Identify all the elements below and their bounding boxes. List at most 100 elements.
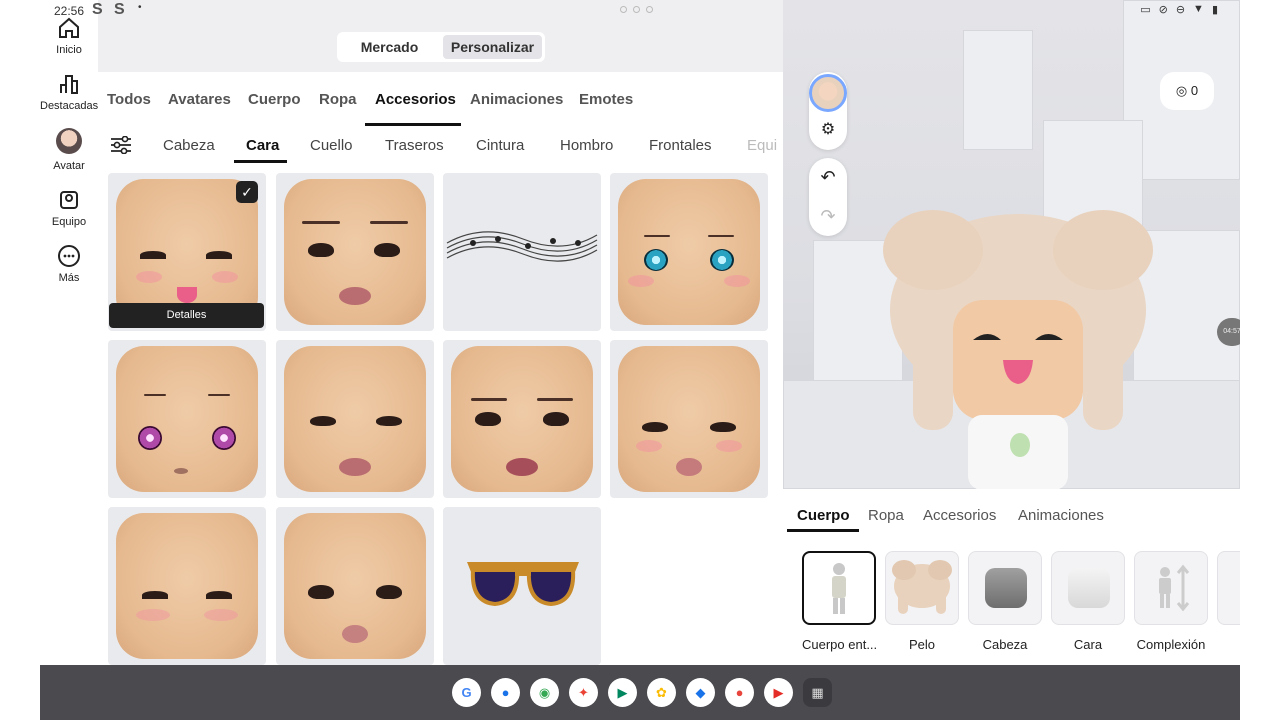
- full-body-thumbnail: [802, 551, 876, 625]
- category-tab[interactable]: Animaciones: [470, 91, 563, 108]
- avatar-preview-scene[interactable]: ⚙ ↶ ↷ ◎ 0 04:57: [783, 0, 1240, 489]
- body-scale-icon: [1159, 564, 1190, 612]
- avatar-tools-group: ⚙: [809, 72, 847, 150]
- eye: [376, 416, 402, 426]
- side-navigation: Inicio Destacadas Avatar Equipo Más: [40, 0, 98, 665]
- selected-check-icon[interactable]: ✓: [236, 181, 258, 203]
- details-button[interactable]: Detalles: [109, 303, 264, 328]
- group-icon: [60, 191, 78, 209]
- chart-icon: [60, 75, 78, 94]
- item-card[interactable]: [443, 173, 601, 331]
- settings-cog-icon[interactable]: ⚙: [809, 112, 847, 148]
- avatar-thumbnail-button[interactable]: [809, 74, 847, 112]
- eyebrow: [708, 235, 734, 237]
- panel-tab-indicator: [787, 529, 859, 532]
- category-tab[interactable]: Cuerpo: [248, 91, 301, 108]
- subcategory-tabs: Cabeza Cara Cuello Traseros Cintura Homb…: [98, 126, 783, 164]
- panel-item-cabeza[interactable]: Cabeza: [968, 551, 1042, 652]
- chrome-icon[interactable]: ◉: [530, 678, 559, 707]
- pink-eye: [212, 426, 236, 450]
- item-card[interactable]: [443, 507, 601, 665]
- messages-icon[interactable]: ●: [491, 678, 520, 707]
- blue-eye: [710, 249, 734, 271]
- panel-item-label: Pelo: [908, 637, 936, 652]
- nav-item-destacadas[interactable]: Destacadas: [40, 72, 98, 112]
- panel-tab[interactable]: Animaciones: [1018, 507, 1104, 524]
- sunglasses-icon: [467, 562, 579, 607]
- panel-tab-selected[interactable]: Cuerpo: [797, 507, 850, 524]
- filter-icon[interactable]: [110, 136, 132, 154]
- subcategory-tab[interactable]: Cabeza: [163, 137, 215, 154]
- robux-balance[interactable]: ◎ 0: [1160, 72, 1214, 110]
- panel-item-pelo[interactable]: Pelo: [885, 551, 959, 652]
- item-card[interactable]: [610, 173, 768, 331]
- item-grid: ✓ Detalles: [108, 173, 778, 665]
- scene-block: [963, 30, 1033, 150]
- roblox-icon[interactable]: ◆: [686, 678, 715, 707]
- nav-item-equipo[interactable]: Equipo: [40, 188, 98, 228]
- eyebrow: [208, 394, 230, 396]
- nav-item-inicio[interactable]: Inicio: [40, 16, 98, 56]
- redo-icon[interactable]: ↷: [809, 197, 847, 236]
- undo-icon[interactable]: ↶: [809, 158, 847, 197]
- nav-label: Más: [58, 272, 80, 284]
- nav-label: Avatar: [53, 160, 85, 172]
- panel-item-cuerpo-entero[interactable]: Cuerpo ent...: [802, 551, 876, 652]
- blush: [136, 609, 170, 621]
- blue-eye: [644, 249, 668, 271]
- panel-tab[interactable]: Accesorios: [923, 507, 996, 524]
- status-symbol: S: [114, 1, 125, 18]
- panel-item-cara[interactable]: Cara: [1051, 551, 1125, 652]
- panel-item-partial[interactable]: [1217, 551, 1240, 625]
- item-card[interactable]: [276, 173, 434, 331]
- robux-count: 0: [1190, 83, 1199, 98]
- right-bezel: [1240, 0, 1280, 720]
- youtube-icon[interactable]: ▶: [764, 678, 793, 707]
- google-icon[interactable]: G: [452, 678, 481, 707]
- item-card[interactable]: [276, 507, 434, 665]
- cast-icon: ▭: [1140, 4, 1151, 16]
- lips: [339, 458, 371, 476]
- item-card[interactable]: [276, 340, 434, 498]
- item-card-selected[interactable]: ✓ Detalles: [108, 173, 266, 331]
- category-tab[interactable]: Avatares: [168, 91, 231, 108]
- wifi-icon: ▼: [1193, 3, 1204, 15]
- full-body-icon: [832, 563, 846, 614]
- category-tab[interactable]: Ropa: [319, 91, 357, 108]
- recorder-icon[interactable]: ●: [725, 678, 754, 707]
- face-thumbnail: [451, 346, 593, 492]
- app-grid-icon[interactable]: ▦: [803, 678, 832, 707]
- item-card[interactable]: [443, 340, 601, 498]
- subcategory-tab[interactable]: Hombro: [560, 137, 613, 154]
- assistant-icon[interactable]: ✦: [569, 678, 598, 707]
- subcategory-tab[interactable]: Frontales: [649, 137, 712, 154]
- blush: [204, 609, 238, 621]
- face-thumbnail: [618, 179, 760, 325]
- nav-item-mas[interactable]: Más: [40, 244, 98, 284]
- face-thumbnail: [284, 179, 426, 325]
- mode-option-personalizar[interactable]: Personalizar: [443, 35, 542, 59]
- category-tab-selected[interactable]: Accesorios: [375, 91, 456, 108]
- item-card[interactable]: [108, 507, 266, 665]
- nav-item-avatar[interactable]: Avatar: [40, 128, 98, 172]
- subcategory-tab-selected[interactable]: Cara: [246, 137, 279, 154]
- mode-option-mercado[interactable]: Mercado: [340, 35, 439, 59]
- item-card[interactable]: [610, 340, 768, 498]
- play-store-icon[interactable]: ▶: [608, 678, 637, 707]
- category-tab[interactable]: Todos: [107, 91, 151, 108]
- subcategory-tab[interactable]: Traseros: [385, 137, 444, 154]
- panel-item-complexion[interactable]: Complexión: [1134, 551, 1208, 652]
- subcategory-tab[interactable]: Cintura: [476, 137, 524, 154]
- nav-label: Destacadas: [40, 100, 99, 112]
- dock-apps: G ● ◉ ✦ ▶ ✿ ◆ ● ▶ ▦: [452, 678, 832, 707]
- category-tab[interactable]: Emotes: [579, 91, 633, 108]
- subcategory-tab[interactable]: Equi: [747, 137, 777, 154]
- status-time: 22:56: [54, 4, 85, 18]
- multitask-dots[interactable]: [620, 6, 653, 13]
- item-card[interactable]: [108, 340, 266, 498]
- photos-icon[interactable]: ✿: [647, 678, 676, 707]
- panel-tab[interactable]: Ropa: [868, 507, 904, 524]
- eyebrow: [644, 235, 670, 237]
- subcategory-tab[interactable]: Cuello: [310, 137, 353, 154]
- eye: [308, 585, 334, 599]
